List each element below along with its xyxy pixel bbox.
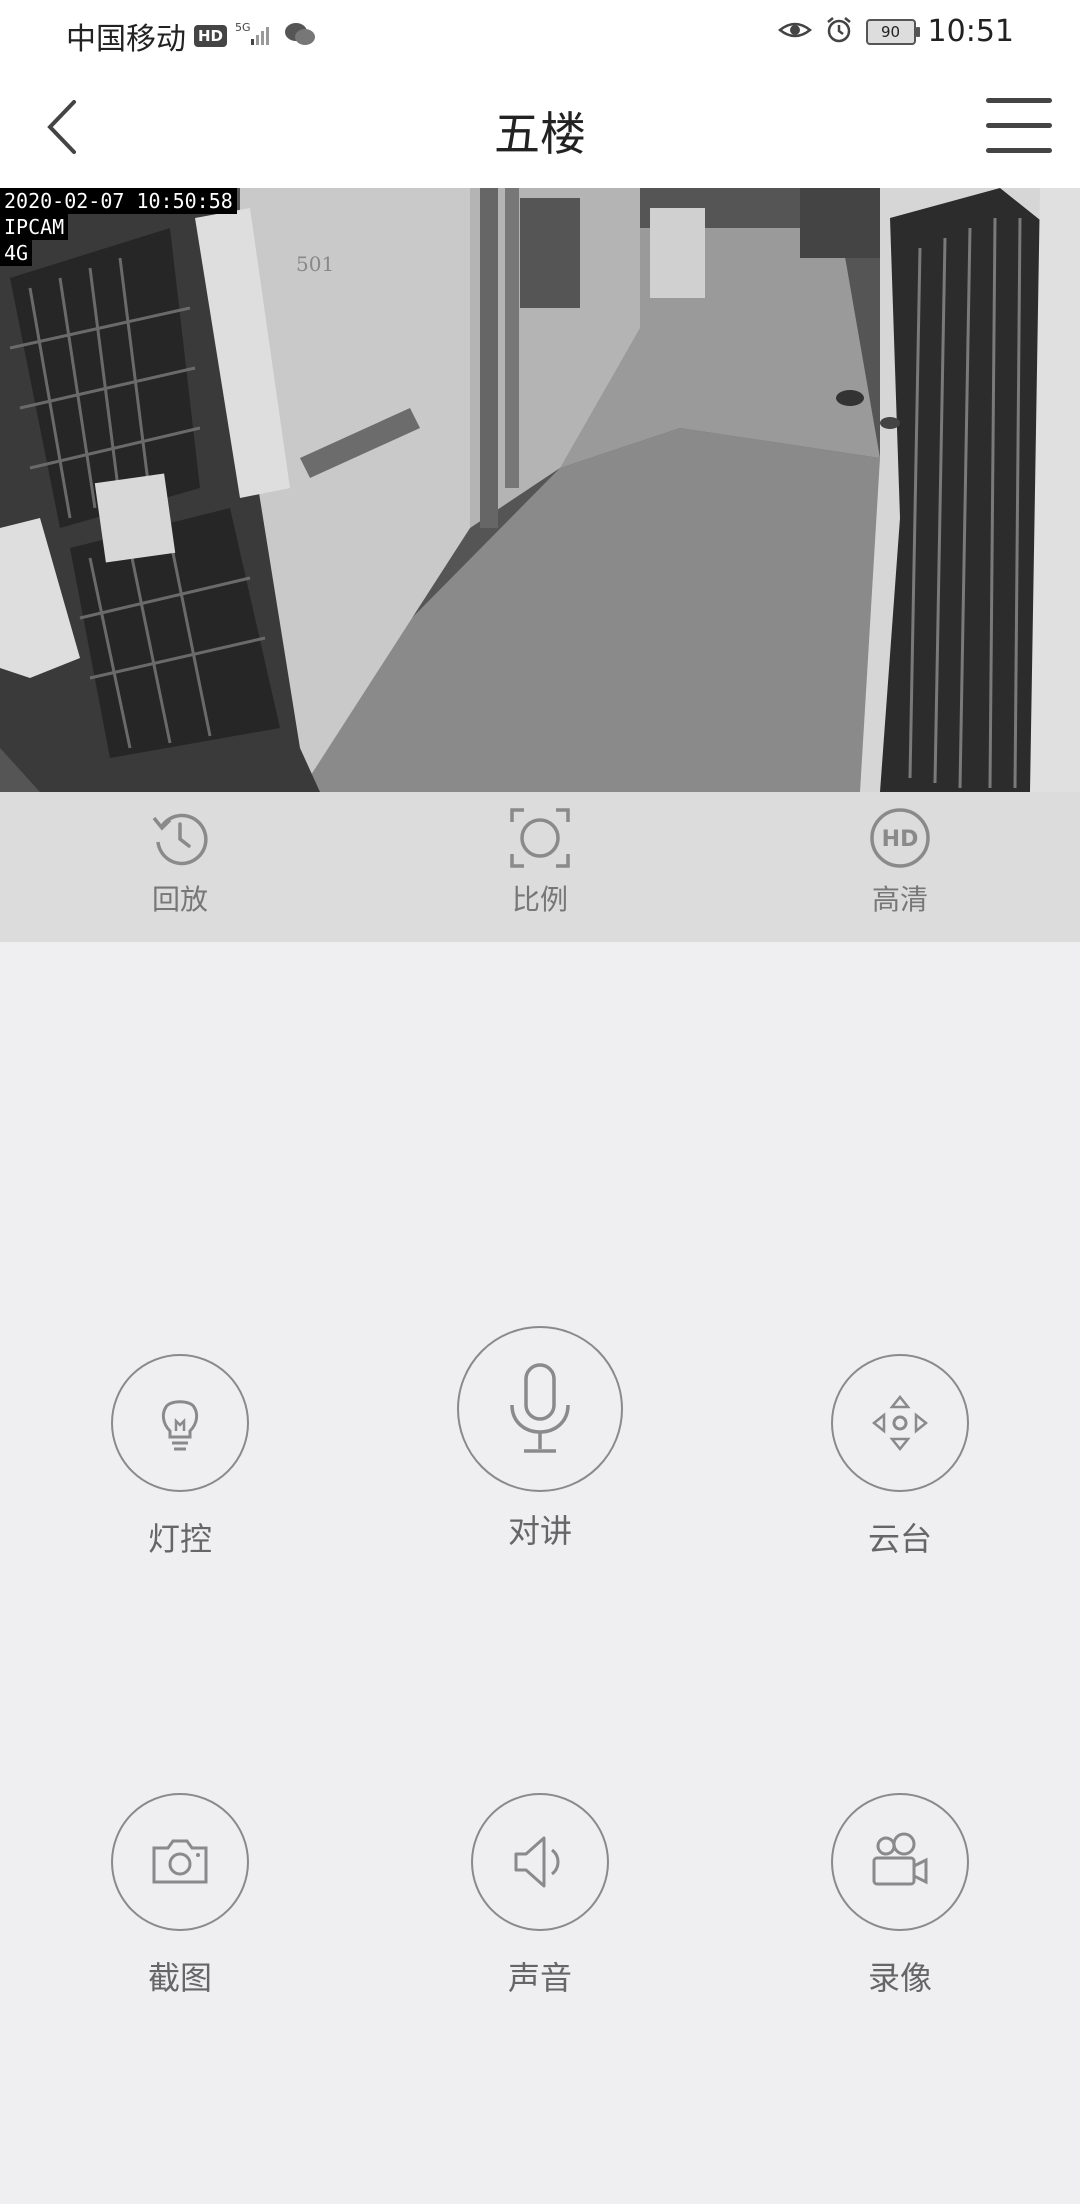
light-control-circle <box>111 1354 249 1492</box>
aspect-ratio-label: 比例 <box>511 883 568 916</box>
lightbulb-icon <box>161 1400 199 1451</box>
menu-button[interactable] <box>984 90 1054 162</box>
light-control-button[interactable]: 灯控 <box>70 1354 290 1560</box>
svg-text:HD: HD <box>882 827 919 852</box>
wechat-icon <box>283 20 317 52</box>
playback-button[interactable]: 回放 <box>110 806 250 918</box>
intercom-label: 对讲 <box>507 1512 572 1550</box>
eye-comfort-icon <box>777 18 812 46</box>
sound-button[interactable]: 声音 <box>430 1793 650 1999</box>
speaker-icon <box>514 1836 560 1888</box>
signal-icon: 5G <box>235 19 275 53</box>
clock: 10:51 <box>927 14 1014 49</box>
status-right: 90 10:51 <box>777 14 1014 49</box>
aspect-ratio-button[interactable]: 比例 <box>470 806 610 918</box>
sound-label: 声音 <box>507 1959 572 1997</box>
alarm-icon <box>824 15 854 49</box>
ptz-button[interactable]: 云台 <box>790 1354 1010 1560</box>
network-type: 5G <box>235 21 251 34</box>
hd-voice-badge: HD <box>194 25 228 47</box>
screenshot-button[interactable]: 截图 <box>70 1793 290 1999</box>
hamburger-menu-icon <box>986 98 1052 153</box>
ptz-circle <box>831 1354 969 1492</box>
intercom-button[interactable]: 对讲 <box>430 1326 650 1552</box>
video-control-strip: 回放 比例 HD 高清 <box>0 792 1080 942</box>
playback-label: 回放 <box>151 883 208 916</box>
camera-icon <box>152 1839 208 1884</box>
camera-frame <box>0 188 1080 792</box>
record-button[interactable]: 录像 <box>790 1793 1010 1999</box>
page-title: 五楼 <box>494 107 586 161</box>
playback-history-icon <box>148 806 212 870</box>
title-bar: 五楼 <box>0 66 1080 188</box>
screenshot-label: 截图 <box>147 1959 212 1997</box>
carrier-name: 中国移动 <box>66 22 186 57</box>
battery-indicator: 90 <box>865 18 920 45</box>
ptz-label: 云台 <box>867 1520 932 1558</box>
light-control-label: 灯控 <box>147 1520 212 1558</box>
intercom-circle <box>457 1326 623 1492</box>
status-bar: 中国移动 HD 5G 90 10:51 <box>0 0 1080 66</box>
status-left: 中国移动 HD 5G <box>66 14 317 58</box>
video-timestamp: 2020-02-07 10:50:58 <box>0 188 237 214</box>
camera-label: IPCAM <box>0 214 69 240</box>
microphone-icon <box>510 1363 570 1453</box>
door-number: 501 <box>296 252 335 276</box>
aspect-ratio-icon <box>508 806 572 870</box>
hd-quality-icon: HD <box>868 806 932 870</box>
camera-live-view[interactable]: 2020-02-07 10:50:58 IPCAM 4G 501 <box>0 188 1080 792</box>
hd-button[interactable]: HD 高清 <box>830 806 970 918</box>
record-label: 录像 <box>867 1959 932 1997</box>
sound-circle <box>471 1793 609 1931</box>
hd-label: 高清 <box>871 883 928 916</box>
ptz-direction-icon <box>871 1394 929 1452</box>
network-label: 4G <box>0 240 33 266</box>
video-record-icon <box>872 1832 928 1886</box>
record-circle <box>831 1793 969 1931</box>
screenshot-circle <box>111 1793 249 1931</box>
